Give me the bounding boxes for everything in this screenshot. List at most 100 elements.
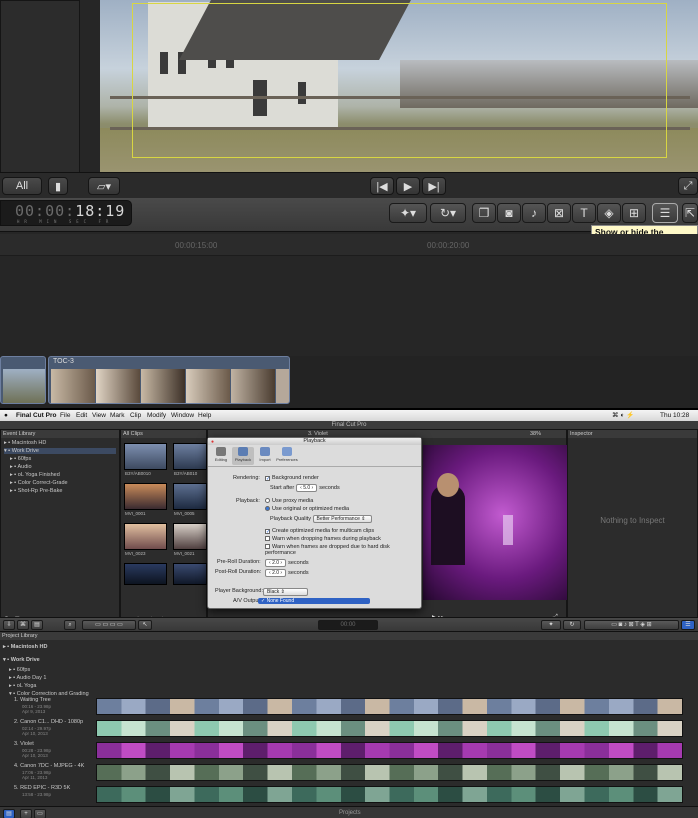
apple-icon[interactable]: ● xyxy=(4,410,8,421)
titles-button[interactable]: T xyxy=(572,203,596,223)
event-item[interactable]: ▾ ▪ Work Drive xyxy=(4,448,116,454)
clip-thumbnail[interactable] xyxy=(124,563,167,585)
menu-mark[interactable]: Mark xyxy=(110,410,124,421)
select-tool[interactable]: ↖ xyxy=(138,620,152,630)
browser-options-button[interactable]: ▮ xyxy=(48,177,68,195)
project-filmstrip[interactable] xyxy=(96,786,683,803)
fullscreen-button[interactable]: ⤢ xyxy=(678,177,698,195)
menu-clip[interactable]: Clip xyxy=(130,410,141,421)
browser-button[interactable]: ▤ xyxy=(31,620,43,630)
timeline-clip-toc3[interactable]: TOC-3 xyxy=(48,356,290,404)
start-after-stepper[interactable]: ‹ 5.0 › xyxy=(296,484,318,492)
clip-thumbnail[interactable] xyxy=(124,443,167,470)
clip-thumbnail[interactable] xyxy=(173,523,207,550)
small-timecode[interactable]: 00:00 xyxy=(318,620,378,630)
start-after-row: Start after ‹ 5.0 › seconds xyxy=(270,484,340,492)
menu-file[interactable]: File xyxy=(60,410,70,421)
project-name[interactable]: 5. RED EPIC - R3D 5K xyxy=(14,785,70,791)
project-folder[interactable]: ▸ ▪ oL Yoga xyxy=(9,683,36,689)
music-button[interactable]: ♪ xyxy=(522,203,546,223)
menu-view[interactable]: View xyxy=(92,410,106,421)
project-filmstrip[interactable] xyxy=(96,764,683,781)
project-name[interactable]: 1. Waiting Tree xyxy=(14,697,51,703)
player-bg-popup[interactable]: Black ⇕ xyxy=(263,588,308,596)
event-item[interactable]: ▸ ▪ oL Yoga Finished xyxy=(10,472,60,478)
clip-thumbnail[interactable] xyxy=(173,563,207,585)
clip-thumbnail[interactable] xyxy=(173,443,207,470)
enhancements-button[interactable]: ✦▾ xyxy=(389,203,427,223)
clip-thumbnail[interactable] xyxy=(173,483,207,510)
menu-window[interactable]: Window xyxy=(171,410,194,421)
add-project-button[interactable]: + xyxy=(20,809,32,818)
media-buttons-small[interactable]: ▭ ◙ ♪ ⊠ T ◈ ⊞ xyxy=(584,620,679,630)
menu-edit[interactable]: Edit xyxy=(76,410,87,421)
project-filmstrip[interactable] xyxy=(96,698,683,715)
violet-frame xyxy=(423,445,568,600)
event-item[interactable]: ▸ ▪ Color Correct-Grade xyxy=(10,480,68,486)
next-edit-button[interactable]: ▶| xyxy=(422,177,446,195)
menu-modify[interactable]: Modify xyxy=(147,410,166,421)
timeline-ruler[interactable]: 00:00:15:00 00:00:20:00 xyxy=(0,234,698,256)
multicam-checkbox[interactable]: ✓ Create optimized media for multicam cli… xyxy=(265,528,374,535)
library-toggle-button[interactable]: ▤ xyxy=(3,809,15,818)
project-folder[interactable]: ▸ ▪ Macintosh HD xyxy=(3,644,47,650)
share-button[interactable]: ⇱ xyxy=(682,203,698,223)
project-filmstrip[interactable] xyxy=(96,742,683,759)
project-folder[interactable]: ▸ ▪ 60fps xyxy=(9,667,30,673)
event-item[interactable]: ▸ ▪ Macintosh HD xyxy=(4,440,46,446)
tab-playback[interactable]: Playback xyxy=(232,447,254,465)
project-name[interactable]: 2. Canon C1... DHD - 1080p xyxy=(14,719,83,725)
retime-button[interactable]: ↻▾ xyxy=(430,203,466,223)
transitions-button[interactable]: ⊠ xyxy=(547,203,571,223)
ruler-mark: 00:00:20:00 xyxy=(427,241,470,250)
timeline-clip[interactable] xyxy=(0,356,46,404)
folder-icon[interactable]: ▭ xyxy=(34,809,46,818)
zoom-level[interactable]: 38% xyxy=(530,430,541,438)
viewer[interactable] xyxy=(100,0,698,172)
play-button[interactable]: ▶ xyxy=(396,177,420,195)
keyword-button[interactable]: ⌘ xyxy=(17,620,29,630)
warn-dropped-checkbox[interactable]: Warn when dropping frames during playbac… xyxy=(265,536,381,542)
av-output-popup[interactable]: ✓ None Found xyxy=(258,598,370,604)
retime-button-small[interactable]: ↻ xyxy=(563,620,581,630)
themes-button[interactable]: ⊞ xyxy=(622,203,646,223)
browser-toggle-button[interactable]: ❐ xyxy=(472,203,496,223)
photos-button[interactable]: ◙ xyxy=(497,203,521,223)
background-render-checkbox[interactable]: ✓ Background render xyxy=(265,475,319,482)
project-folder[interactable]: ▾ ▪ Work Drive xyxy=(3,657,40,663)
enhancements-button-small[interactable]: ✦ xyxy=(541,620,561,630)
inspector-toggle-button[interactable]: ☰ xyxy=(652,203,678,223)
event-item[interactable]: ▸ ▪ Audio xyxy=(10,464,32,470)
filter-popup[interactable]: All xyxy=(2,177,42,195)
postroll-stepper[interactable]: ‹ 2.0 › xyxy=(265,569,287,577)
warn-disk-checkbox[interactable]: Warn when frames are dropped due to hard… xyxy=(265,544,421,556)
tab-editing[interactable]: Editing xyxy=(210,447,232,465)
event-item[interactable]: ▸ ▪ 60fps xyxy=(10,456,31,462)
close-icon[interactable]: ● xyxy=(211,439,214,445)
playback-quality-popup[interactable]: Better Performance ⇕ xyxy=(312,515,373,523)
menu-help[interactable]: Help xyxy=(198,410,211,421)
use-proxy-radio[interactable]: Use proxy media xyxy=(265,498,313,504)
app-menu[interactable]: Final Cut Pro xyxy=(16,410,56,421)
project-folder[interactable]: ▸ ▪ Audio Day 1 xyxy=(9,675,46,681)
timeline-area[interactable] xyxy=(0,256,698,356)
tab-import[interactable]: Import xyxy=(254,447,276,465)
project-name[interactable]: 4. Canon 7DC - MJPEG - 4K xyxy=(14,763,84,769)
share-icon: ⇱ xyxy=(684,206,696,220)
project-filmstrip[interactable] xyxy=(96,720,683,737)
inspector-toggle-small[interactable]: ☰ xyxy=(681,620,695,630)
viewer-options-button[interactable]: ▱▾ xyxy=(88,177,120,195)
search-icon[interactable]: ⌕ xyxy=(64,620,76,630)
preroll-stepper[interactable]: ‹ 2.0 › xyxy=(265,559,287,567)
generators-button[interactable]: ◈ xyxy=(597,203,621,223)
import-button[interactable]: ⇩ xyxy=(3,620,15,630)
tab-preferences[interactable]: Preferences xyxy=(276,447,298,465)
event-item[interactable]: ▸ ▪ Shot-Rp Pre-Bake xyxy=(10,488,62,494)
edit-buttons[interactable]: ▭ ▭ ▭ ▭ xyxy=(82,620,136,630)
clip-thumbnail[interactable] xyxy=(124,483,167,510)
clip-thumbnail[interactable] xyxy=(124,523,167,550)
previous-edit-button[interactable]: |◀ xyxy=(370,177,394,195)
project-name[interactable]: 3. Violet xyxy=(14,741,34,747)
use-original-radio[interactable]: Use original or optimized media xyxy=(265,506,349,512)
timecode-display[interactable]: 00:00:18:19 HR MIN SEC FR xyxy=(0,200,132,226)
